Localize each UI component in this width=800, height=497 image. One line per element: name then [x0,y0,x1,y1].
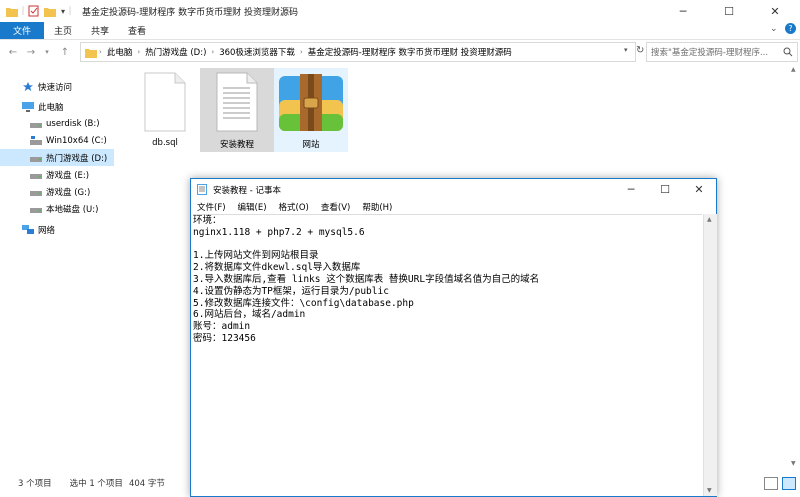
menu-format[interactable]: 格式(O) [273,201,315,213]
new-folder-icon[interactable] [43,6,57,17]
drive-icon [30,207,42,213]
quick-access-toolbar: | ▾ | [6,4,75,18]
nav-drive-u[interactable]: 本地磁盘 (U:) [0,200,118,217]
minimize-button[interactable]: ─ [660,0,706,22]
search-icon [783,47,793,57]
text-line: 4.设置伪静态为TP框架，运行目录为/public [193,285,389,297]
content-scrollbar[interactable]: ▲ ▼ [788,64,800,469]
star-icon [23,81,33,91]
breadcrumb-current-folder[interactable]: 基金定投源码-理财程序 数字币货币理财 投资理财源码 [305,46,515,58]
expand-ribbon-icon[interactable]: ⌄ [770,24,778,34]
breadcrumb-drive-d[interactable]: 热门游戏盘 (D:) [142,46,209,58]
drive-icon [30,122,42,128]
computer-icon [22,101,34,112]
window-title: 基金定投源码-理财程序 数字币货币理财 投资理财源码 [82,8,298,18]
file-item-db-sql[interactable]: db.sql [128,68,202,152]
drive-icon [30,173,42,179]
forward-icon[interactable]: → [24,44,38,60]
nav-quick-access[interactable]: 快速访问 [0,78,118,95]
file-name: 安装教程 [219,140,254,150]
search-input[interactable]: 搜索"基金定投源码-理财程序... [646,42,798,62]
recent-locations-icon[interactable]: ▾ [40,44,54,60]
notepad-menu-bar: 文件(F) 编辑(E) 格式(O) 查看(V) 帮助(H) [191,199,716,214]
refresh-icon[interactable]: ↻ [636,45,644,56]
tab-view[interactable]: 查看 [122,22,152,39]
help-icon[interactable]: ? [785,23,796,34]
close-button[interactable]: ✕ [752,0,798,22]
notepad-window: 安装教程 - 记事本 ─ ☐ ✕ 文件(F) 编辑(E) 格式(O) 查看(V)… [190,178,717,497]
drive-icon [30,190,42,196]
status-bar: 3 个项目 选中 1 个项目 404 字节 [0,472,190,494]
text-file-icon [216,72,258,132]
maximize-button[interactable]: ☐ [706,0,752,22]
menu-view[interactable]: 查看(V) [315,201,356,213]
address-bar[interactable]: › 此电脑 › 热门游戏盘 (D:) › 360极速浏览器下载 › 基金定投源码… [80,42,636,62]
menu-edit[interactable]: 编辑(E) [232,201,273,213]
notepad-maximize-button[interactable]: ☐ [648,179,682,199]
text-line: nginx1.118 + php7.2 + mysql5.6 [193,226,365,238]
details-view-icon[interactable] [764,477,778,490]
navigation-pane: 快速访问 此电脑 userdisk (B:) Win10x64 (C:) 热门游… [0,64,118,469]
back-icon[interactable]: ← [6,44,20,60]
nav-drive-c[interactable]: Win10x64 (C:) [0,132,118,149]
breadcrumb-downloads[interactable]: 360极速浏览器下载 [216,46,298,58]
nav-this-pc[interactable]: 此电脑 [0,98,118,115]
tab-share[interactable]: 共享 [85,22,115,39]
archive-file-icon [279,74,343,131]
text-line: 2.将数据库文件dkewl.sql导入数据库 [193,262,361,274]
file-name: 网站 [302,140,320,150]
properties-icon[interactable] [28,5,39,17]
text-line: 3.导入数据库后,查看 links 这个数据库表 替换URL字段值域名值为自己的… [193,273,540,285]
text-line: 1.上传网站文件到网站根目录 [193,250,319,262]
address-dropdown-icon[interactable]: ▾ [624,46,628,54]
notepad-title: 安装教程 - 记事本 [213,186,281,196]
notepad-minimize-button[interactable]: ─ [614,179,648,199]
explorer-title-bar: | ▾ | 基金定投源码-理财程序 数字币货币理财 投资理财源码 ─ ☐ ✕ [0,0,800,22]
nav-drive-d[interactable]: 热门游戏盘 (D:) [0,149,114,166]
notepad-icon [197,184,207,195]
menu-help[interactable]: 帮助(H) [356,201,398,213]
notepad-close-button[interactable]: ✕ [682,179,716,199]
text-line: 环境： [193,215,222,226]
address-row: ← → ▾ ↑ › 此电脑 › 热门游戏盘 (D:) › 360极速浏览器下载 … [0,40,800,64]
nav-network[interactable]: 网络 [0,221,118,238]
sql-file-icon [144,72,186,132]
status-item-count: 3 个项目 [18,479,52,489]
text-line: 6.网站后台，域名/admin [193,309,306,321]
text-line: 5.修改数据库连接文件：\config\database.php [193,297,414,309]
file-item-install-guide[interactable]: 安装教程 [200,68,274,152]
ribbon-tabs: 文件 主页 共享 查看 ⌄ ? [0,22,800,40]
tab-home[interactable]: 主页 [48,22,78,39]
text-line: 密码：123456 [193,332,256,344]
notepad-scrollbar[interactable]: ▲ ▼ [703,214,717,496]
notepad-title-bar: 安装教程 - 记事本 ─ ☐ ✕ [191,179,716,199]
up-icon[interactable]: ↑ [58,44,72,60]
network-icon [22,224,34,234]
breadcrumb-this-pc[interactable]: 此电脑 [104,46,136,58]
notepad-text-area[interactable]: 环境： nginx1.118 + php7.2 + mysql5.6 1.上传网站… [193,214,702,497]
nav-drive-g[interactable]: 游戏盘 (G:) [0,183,118,200]
file-item-website-archive[interactable]: 网站 [274,68,348,152]
folder-icon [6,7,18,17]
large-icons-view-icon[interactable] [782,477,796,490]
folder-icon [85,48,97,58]
nav-drive-e[interactable]: 游戏盘 (E:) [0,166,118,183]
windows-drive-icon [30,135,42,145]
file-name: db.sql [152,138,178,148]
status-size: 404 字节 [128,479,165,489]
text-line: 账号：admin [193,321,251,333]
tab-file[interactable]: 文件 [0,22,44,39]
status-selected: 选中 1 个项目 [69,479,123,489]
text-line [193,239,702,251]
menu-file[interactable]: 文件(F) [191,201,232,213]
drive-icon [30,156,42,162]
nav-drive-b[interactable]: userdisk (B:) [0,115,118,132]
